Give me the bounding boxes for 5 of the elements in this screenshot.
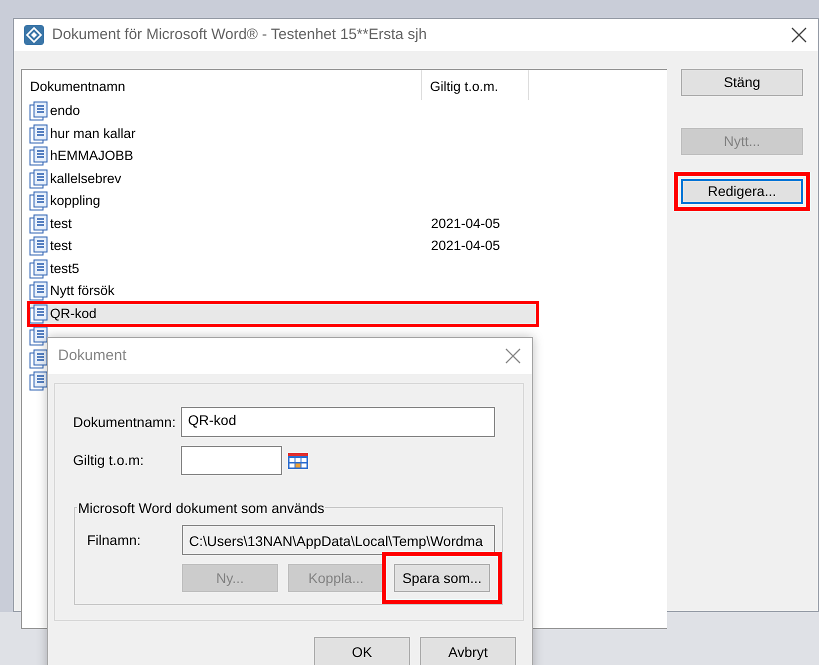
window-title: Dokument för Microsoft Word® - Testenhet 15**Ersta sjh — [52, 24, 427, 45]
field-label: Giltig t.o.m: — [73, 451, 145, 470]
dialog-title: Dokument — [58, 346, 126, 366]
field-label: Filnamn: — [87, 530, 142, 550]
field-label: Dokumentnamn: — [73, 412, 177, 432]
